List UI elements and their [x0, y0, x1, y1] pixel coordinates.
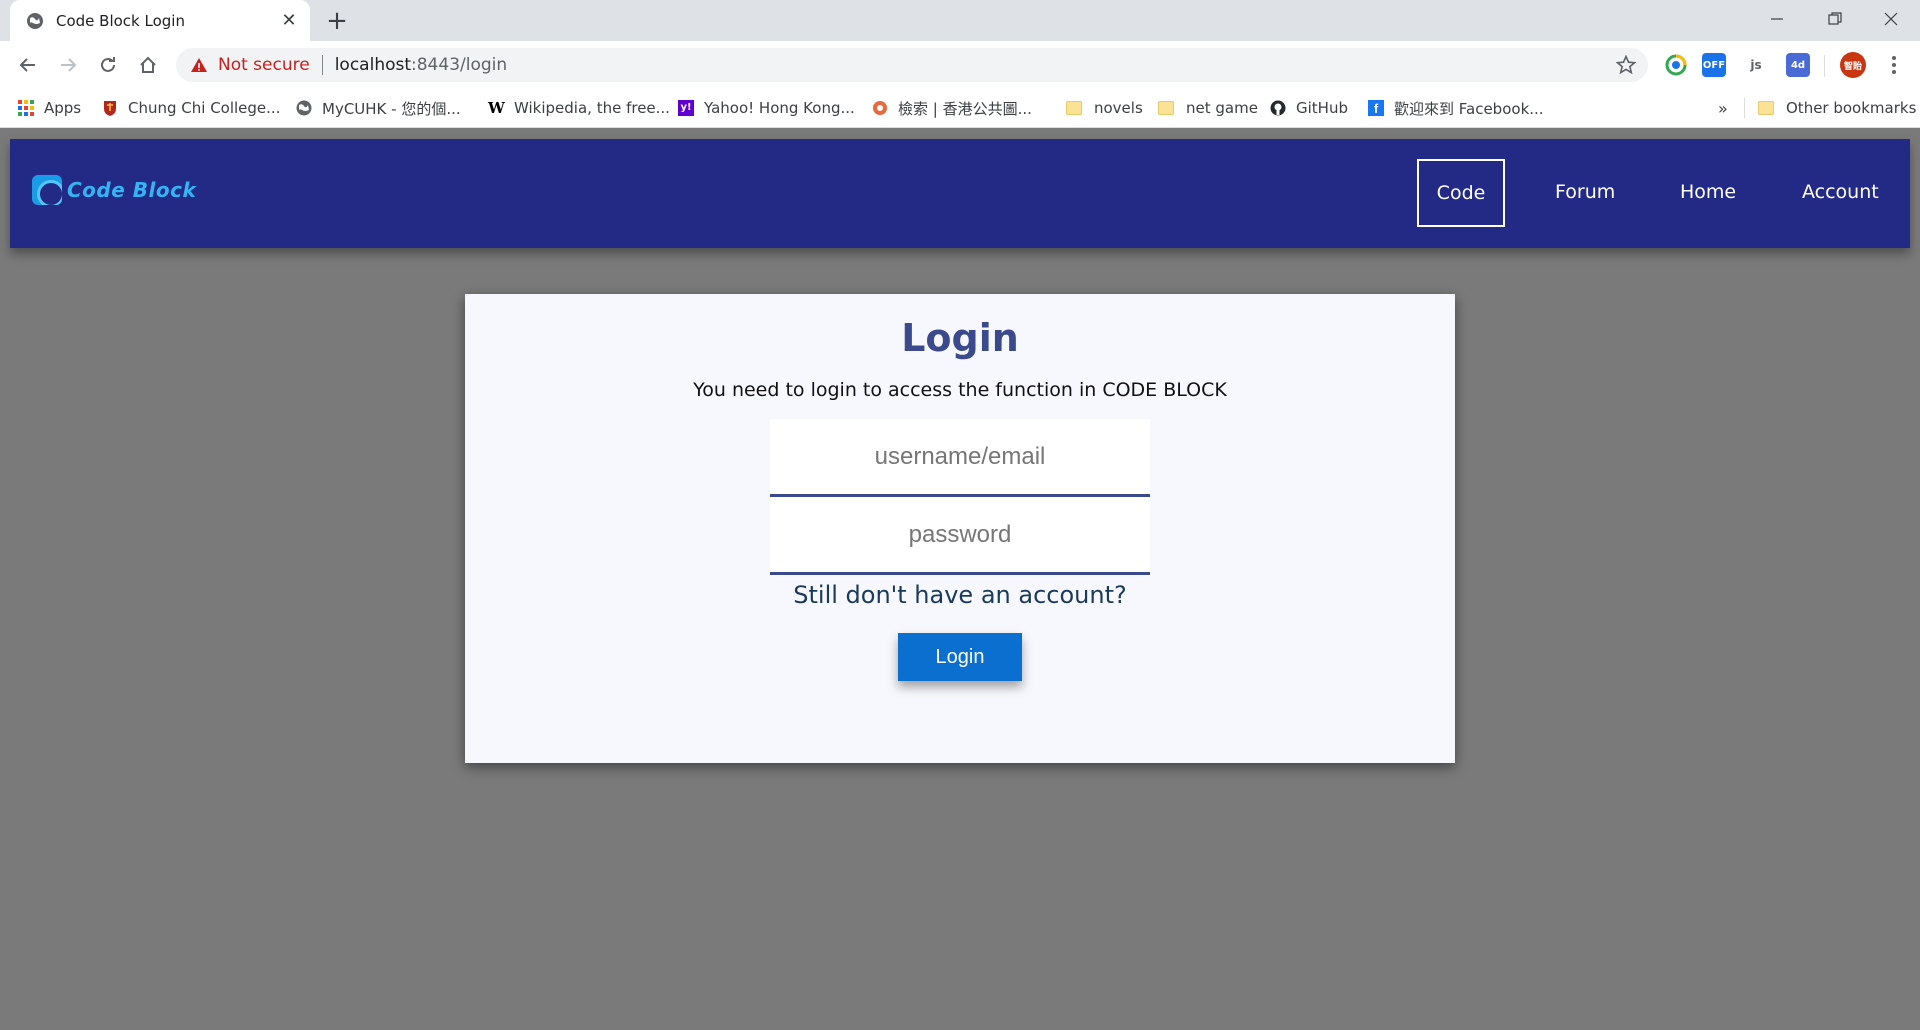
bookmarks-bar: Apps Chung Chi College... MyCUHK - 您的個..…: [0, 88, 1920, 128]
restore-icon[interactable]: [1806, 0, 1864, 38]
menu-kebab-icon[interactable]: [1882, 53, 1906, 77]
bookmark-yahoo[interactable]: y! Yahoo! Hong Kong...: [678, 88, 855, 128]
bookmark-novels[interactable]: novels: [1066, 88, 1143, 128]
bookmark-github[interactable]: GitHub: [1270, 88, 1348, 128]
new-tab-button[interactable]: +: [324, 8, 350, 34]
globe-icon: [296, 100, 312, 116]
bookmark-facebook[interactable]: f 歡迎來到 Facebook...: [1368, 88, 1544, 128]
bookmark-chung-chi[interactable]: Chung Chi College...: [102, 88, 280, 128]
username-field-wrapper: [770, 419, 1150, 497]
brand-name: Code Block: [67, 178, 197, 202]
folder-icon: [1066, 101, 1082, 115]
bookmarks-divider: [1744, 98, 1745, 118]
wikipedia-icon: W: [488, 99, 505, 117]
app-navbar: Code Block Code Forum Home Account: [10, 139, 1910, 248]
nav-forum[interactable]: Forum: [1555, 181, 1615, 203]
page-viewport: Code Block Code Forum Home Account Login…: [0, 128, 1920, 1030]
security-status[interactable]: Not secure: [218, 55, 310, 75]
github-icon: [1270, 100, 1286, 116]
login-card: Login You need to login to access the fu…: [465, 294, 1455, 763]
bookmark-net-game[interactable]: net game: [1158, 88, 1258, 128]
address-bar[interactable]: Not secure localhost:8443/login: [176, 48, 1648, 82]
bookmark-other[interactable]: Other bookmarks: [1758, 88, 1916, 128]
browser-tab-strip: Code Block Login ✕ +: [0, 0, 1920, 41]
nav-code[interactable]: Code: [1417, 159, 1505, 227]
folder-icon: [1758, 101, 1774, 115]
bookmark-label: MyCUHK - 您的個...: [322, 99, 461, 118]
facebook-icon: f: [1368, 100, 1384, 116]
page-title: Login: [901, 316, 1019, 360]
bookmark-label: novels: [1094, 99, 1143, 117]
bookmark-label: Apps: [44, 99, 82, 117]
login-subtitle: You need to login to access the function…: [693, 379, 1227, 401]
bookmark-apps[interactable]: Apps: [18, 88, 81, 128]
bookmark-hkpl[interactable]: 檢索 | 香港公共圖...: [872, 88, 1032, 128]
yahoo-icon: y!: [678, 100, 694, 116]
bookmark-label: Wikipedia, the free...: [514, 99, 670, 117]
nav-account[interactable]: Account: [1802, 181, 1879, 203]
omnibox-divider: [321, 55, 323, 75]
apps-grid-icon: [18, 100, 34, 116]
bookmark-mycuhk[interactable]: MyCUHK - 您的個...: [296, 88, 461, 128]
username-input[interactable]: [770, 419, 1150, 494]
code-block-logo-icon: [32, 175, 62, 205]
bookmark-label: Yahoo! Hong Kong...: [704, 99, 855, 117]
password-field-wrapper: [770, 497, 1150, 575]
warning-icon: [191, 58, 207, 72]
bookmark-label: Other bookmarks: [1786, 99, 1917, 117]
minimize-icon[interactable]: [1748, 0, 1806, 38]
url-path: :8443/login: [411, 55, 508, 75]
chrome-extension-icon[interactable]: [1664, 53, 1688, 77]
profile-avatar[interactable]: 智貽: [1840, 52, 1866, 78]
bookmarks-overflow-button[interactable]: »: [1718, 88, 1728, 128]
college-crest-icon: [104, 101, 116, 116]
home-icon[interactable]: [134, 51, 162, 79]
back-arrow-icon[interactable]: [14, 51, 42, 79]
off-extension-icon[interactable]: OFF: [1702, 53, 1726, 77]
bookmark-label: GitHub: [1296, 99, 1348, 117]
close-tab-icon[interactable]: ✕: [280, 10, 298, 31]
tab-title: Code Block Login: [56, 11, 185, 30]
globe-icon: [27, 12, 43, 29]
forward-arrow-icon[interactable]: [54, 51, 82, 79]
hkpl-icon: [873, 101, 887, 115]
nav-home[interactable]: Home: [1680, 181, 1736, 203]
bookmark-label: 檢索 | 香港公共圖...: [898, 99, 1032, 118]
password-input[interactable]: [770, 497, 1150, 572]
toolbar-divider: [1824, 55, 1825, 77]
signup-link[interactable]: Still don't have an account?: [465, 581, 1455, 609]
bookmark-label: 歡迎來到 Facebook...: [1394, 99, 1544, 118]
js-extension-icon[interactable]: js: [1744, 53, 1768, 77]
login-button[interactable]: Login: [898, 633, 1022, 681]
bookmark-wikipedia[interactable]: W Wikipedia, the free...: [488, 88, 670, 128]
bookmark-label: Chung Chi College...: [128, 99, 281, 117]
window-close-icon[interactable]: [1862, 0, 1920, 38]
reload-icon[interactable]: [94, 51, 122, 79]
browser-tab[interactable]: Code Block Login ✕: [10, 0, 310, 41]
brand-logo[interactable]: Code Block: [32, 175, 196, 205]
bookmark-star-icon[interactable]: [1616, 55, 1636, 75]
bookmark-label: net game: [1186, 99, 1258, 117]
folder-icon: [1158, 101, 1174, 115]
4d-extension-icon[interactable]: 4d: [1786, 53, 1810, 77]
browser-toolbar: Not secure localhost:8443/login OFF js 4…: [0, 41, 1920, 88]
url-host: localhost: [334, 55, 412, 75]
